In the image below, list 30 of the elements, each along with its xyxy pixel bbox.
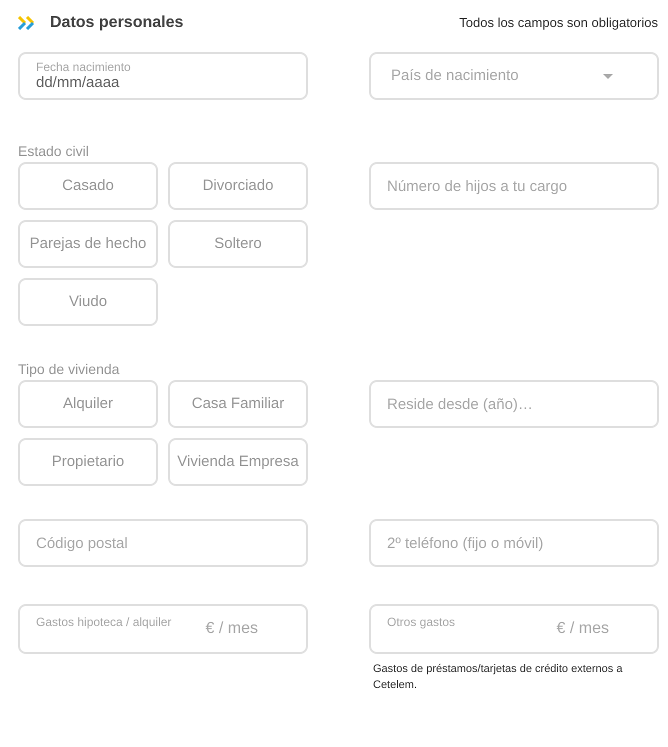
- option-button[interactable]: Alquiler: [18, 380, 158, 428]
- dropdown-caret-icon: [603, 74, 613, 78]
- field-label: Otros gastos: [387, 614, 456, 631]
- group-label: Tipo de vivienda: [18, 361, 120, 377]
- option-button[interactable]: Vivienda Empresa: [168, 438, 308, 486]
- phone-field[interactable]: 2º teléfono (fijo o móvil): [369, 519, 659, 567]
- date-field[interactable]: Fecha nacimiento dd/mm/aaaa: [18, 52, 308, 100]
- mortgage-field[interactable]: Gastos hipoteca / alquiler € / mes: [18, 604, 308, 654]
- country-select[interactable]: País de nacimiento: [369, 52, 659, 100]
- date-input[interactable]: dd/mm/aaaa: [36, 74, 290, 92]
- option-button[interactable]: Casa Familiar: [168, 380, 308, 428]
- help-text: Gastos de préstamos/tarjetas de crédito externos a Cetelem.: [372, 662, 624, 693]
- group-label: Estado civil: [18, 143, 89, 159]
- option-button[interactable]: Parejas de hecho: [18, 220, 158, 268]
- option-button[interactable]: Soltero: [168, 220, 308, 268]
- double-chevron-icon: [18, 16, 36, 30]
- option-button[interactable]: Propietario: [18, 438, 158, 486]
- section-title: Datos personales: [50, 13, 184, 33]
- required-note: Todos los campos son obligatorios: [459, 14, 658, 32]
- unit-suffix: € / mes: [556, 619, 609, 639]
- field-label: Fecha nacimiento: [36, 60, 132, 74]
- year-field[interactable]: Reside desde (año)…: [369, 380, 659, 428]
- option-button[interactable]: Divorciado: [168, 162, 308, 210]
- option-button[interactable]: Casado: [18, 162, 158, 210]
- field-label: Gastos hipoteca / alquiler: [36, 614, 172, 631]
- postal-code-field[interactable]: Código postal: [18, 519, 308, 567]
- expenses-field[interactable]: Otros gastos € / mes: [369, 604, 659, 654]
- children-field[interactable]: Número de hijos a tu cargo: [369, 162, 659, 210]
- unit-suffix: € / mes: [206, 619, 258, 639]
- option-button[interactable]: Viudo: [18, 278, 158, 326]
